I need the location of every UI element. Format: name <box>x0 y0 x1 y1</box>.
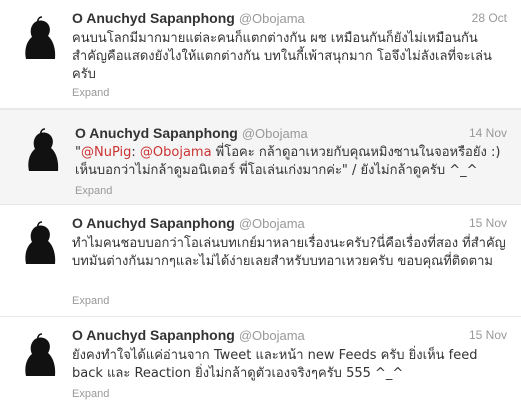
tweet-header: O Anuchyd Sapanphong @Obojama 14 Nov <box>75 125 507 143</box>
tweet-header: O Anuchyd Sapanphong @Obojama 15 Nov <box>72 215 507 233</box>
author-handle[interactable]: @Obojama <box>239 11 305 26</box>
tweet-header: O Anuchyd Sapanphong @Obojama 28 Oct <box>72 10 507 28</box>
tweet-item[interactable]: O Anuchyd Sapanphong @Obojama 15 Nov ยังค… <box>0 317 521 414</box>
mention-separator: : <box>131 145 140 160</box>
avatar[interactable] <box>12 216 60 264</box>
author-handle[interactable]: @Obojama <box>239 328 305 343</box>
avatar-silhouette-icon <box>28 128 59 171</box>
expand-link[interactable]: Expand <box>75 185 112 197</box>
tweet-item[interactable]: O Anuchyd Sapanphong @Obojama 14 Nov "@Nu… <box>0 109 521 205</box>
author-name[interactable]: O Anuchyd Sapanphong <box>72 327 235 343</box>
expand-link[interactable]: Expand <box>72 295 109 307</box>
author-name[interactable]: O Anuchyd Sapanphong <box>72 10 235 26</box>
avatar[interactable] <box>12 328 60 376</box>
tweet-timestamp[interactable]: 28 Oct <box>472 11 507 25</box>
tweet-item[interactable]: O Anuchyd Sapanphong @Obojama 28 Oct คนบน… <box>0 0 521 109</box>
mention-link[interactable]: @Obojama <box>140 145 212 160</box>
tweet-text: "@NuPig: @Obojama พี่โอคะ กล้าดูอาเหวยกั… <box>75 144 507 180</box>
tweet-text: ทำไมคนชอบบอกว่าโอเล่นบทเกย์มาหลายเรื่องน… <box>72 236 506 269</box>
avatar[interactable] <box>12 11 60 59</box>
tweet-timestamp[interactable]: 15 Nov <box>469 328 507 342</box>
expand-link[interactable]: Expand <box>72 388 109 400</box>
avatar-silhouette-icon <box>25 221 56 264</box>
avatar[interactable] <box>15 123 63 171</box>
tweet-item[interactable]: O Anuchyd Sapanphong @Obojama 15 Nov ทำไม… <box>0 205 521 317</box>
avatar-silhouette-icon <box>25 333 56 376</box>
tweet-header: O Anuchyd Sapanphong @Obojama 15 Nov <box>72 327 507 345</box>
tweet-timeline: O Anuchyd Sapanphong @Obojama 28 Oct คนบน… <box>0 0 521 414</box>
author-handle[interactable]: @Obojama <box>242 126 308 141</box>
author-name[interactable]: O Anuchyd Sapanphong <box>72 215 235 231</box>
tweet-text: คนบนโลกมีมากมายแต่ละคนก็แตกต่างกัน ผช เห… <box>72 31 492 82</box>
tweet-timestamp[interactable]: 15 Nov <box>469 216 507 230</box>
tweet-text: ยังคงทำใจได้แค่อ่านจาก Tweet และหน้า new… <box>72 348 478 381</box>
mention-link[interactable]: @NuPig <box>81 145 131 160</box>
author-name[interactable]: O Anuchyd Sapanphong <box>75 125 238 141</box>
tweet-timestamp[interactable]: 14 Nov <box>469 126 507 140</box>
avatar-silhouette-icon <box>25 16 56 59</box>
expand-link[interactable]: Expand <box>72 87 109 99</box>
author-handle[interactable]: @Obojama <box>239 216 305 231</box>
